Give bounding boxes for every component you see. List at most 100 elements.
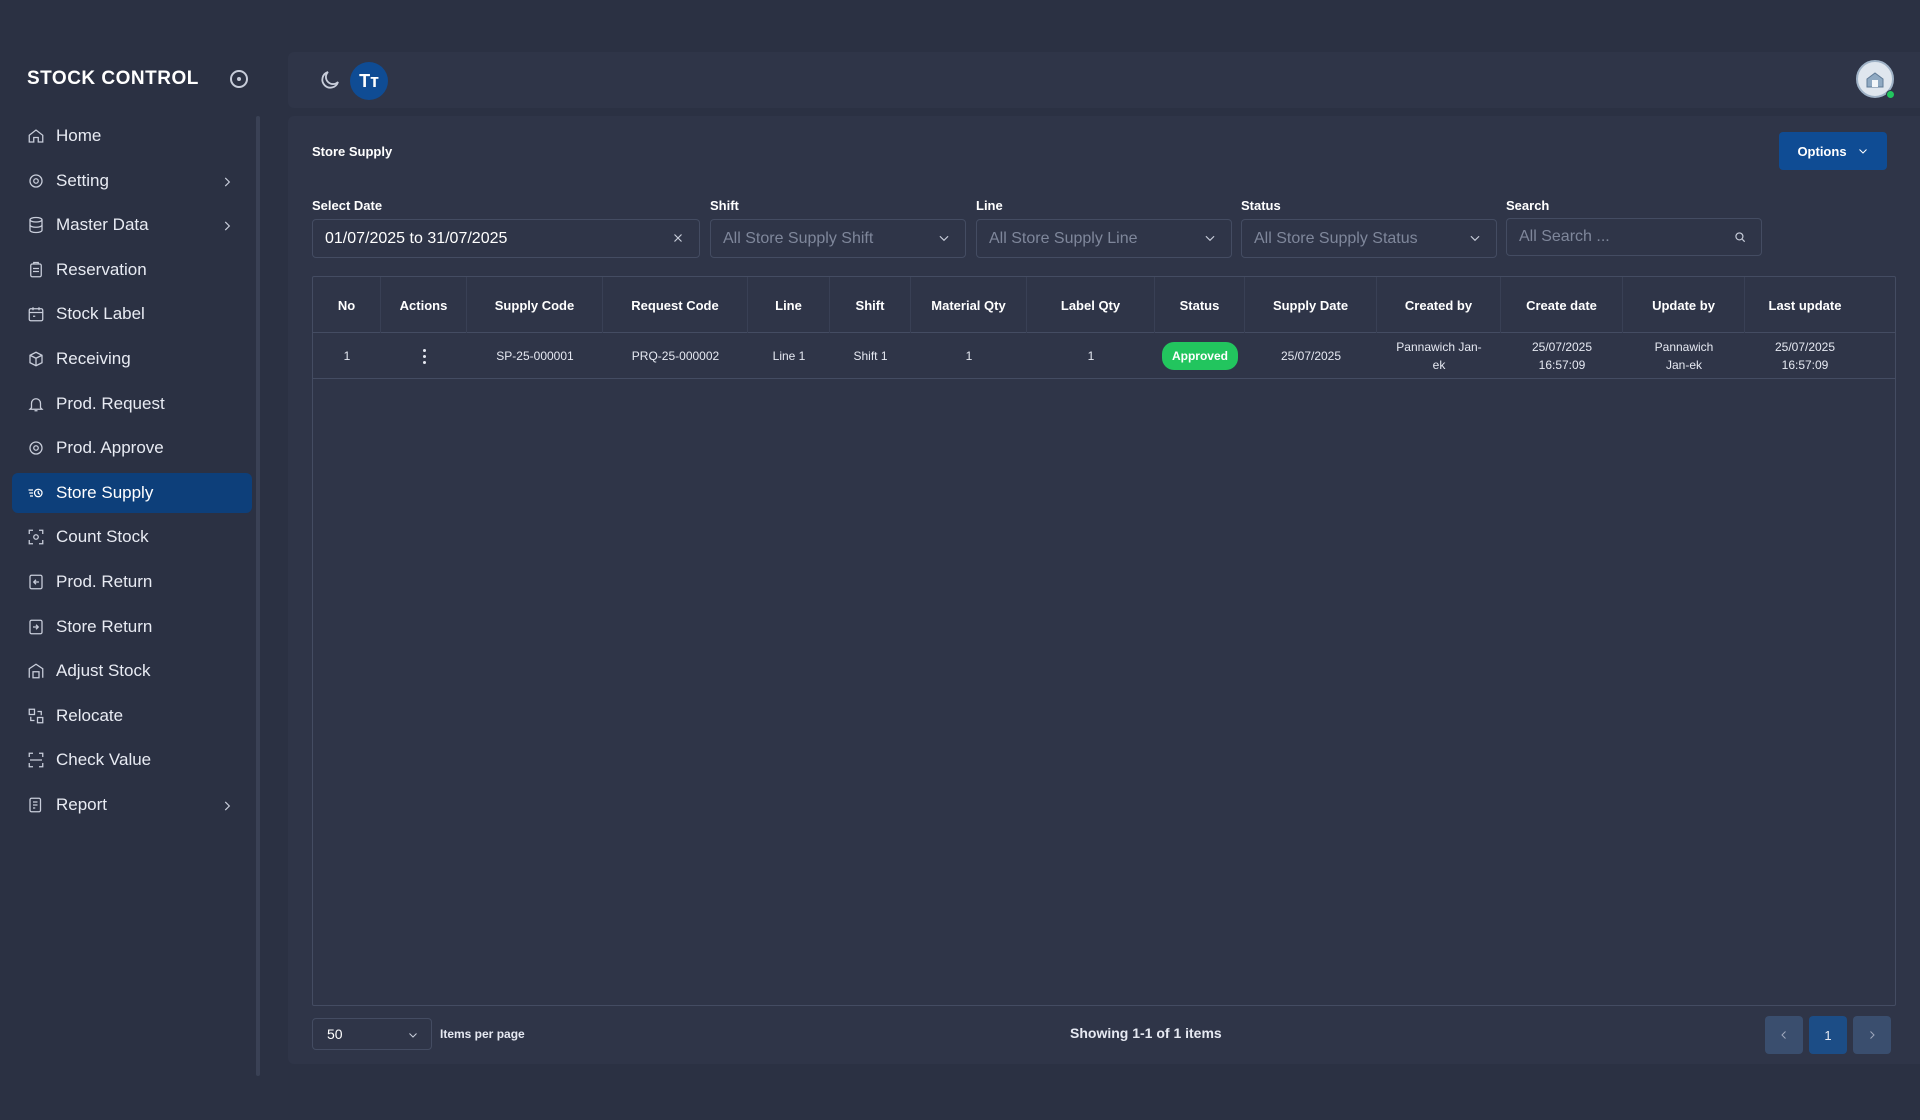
sidebar-item-adjust-stock[interactable]: Adjust Stock <box>12 651 252 691</box>
sidebar-item-master-data[interactable]: Master Data <box>12 205 252 245</box>
return-in-icon <box>26 572 46 592</box>
cell-shift: Shift 1 <box>853 349 888 363</box>
column-header-no[interactable]: No <box>313 277 381 333</box>
chevron-down-icon <box>1858 149 1867 154</box>
shift-placeholder: All Store Supply Shift <box>723 229 874 247</box>
chevron-right-icon <box>220 218 234 232</box>
gear-icon <box>26 171 46 191</box>
sidebar-item-label: Relocate <box>56 705 124 725</box>
table-row[interactable]: 1 SP-25-000001 PRQ-25-000002 Line 1 Shif… <box>313 333 1895 379</box>
warehouse-icon <box>26 661 46 681</box>
cell-last-update: 25/07/2025 16:57:09 <box>1774 340 1836 372</box>
truck-icon <box>26 483 46 503</box>
search-icon[interactable] <box>1733 230 1749 246</box>
search-label: Search <box>1506 198 1550 213</box>
column-header-line[interactable]: Line <box>748 277 830 333</box>
sidebar-item-label: Master Data <box>56 215 149 235</box>
search-placeholder: All Search ... <box>1519 228 1610 245</box>
supply-table: No Actions Supply Code Request Code Line… <box>312 276 1896 1006</box>
sidebar-item-label: Prod. Approve <box>56 438 164 458</box>
sidebar-item-store-return[interactable]: Store Return <box>12 607 252 647</box>
cell-line: Line 1 <box>772 349 806 363</box>
sidebar-toggle-icon[interactable] <box>230 70 248 88</box>
row-actions-menu[interactable] <box>381 333 467 379</box>
column-header-supply-code[interactable]: Supply Code <box>467 277 603 333</box>
date-range-input[interactable]: 01/07/2025 to 31/07/2025 <box>312 219 700 258</box>
sidebar-item-reservation[interactable]: Reservation <box>12 250 252 290</box>
table-header: No Actions Supply Code Request Code Line… <box>313 277 1895 333</box>
sidebar-item-label: Count Stock <box>56 527 149 547</box>
clear-icon[interactable] <box>671 231 687 247</box>
sidebar-item-label: Store Supply <box>56 482 154 502</box>
sidebar-item-count-stock[interactable]: Count Stock <box>12 517 252 557</box>
status-select[interactable]: All Store Supply Status <box>1241 219 1497 258</box>
sidebar-item-prod-request[interactable]: Prod. Request <box>12 384 252 424</box>
items-per-page-select[interactable]: 50 <box>312 1018 432 1050</box>
column-header-update-by[interactable]: Update by <box>1623 277 1745 333</box>
column-header-last-update[interactable]: Last update <box>1745 277 1865 333</box>
sidebar-scrollbar[interactable] <box>256 116 260 1076</box>
sidebar-item-receiving[interactable]: Receiving <box>12 339 252 379</box>
sidebar-item-prod-approve[interactable]: Prod. Approve <box>12 428 252 468</box>
items-per-page-label: Items per page <box>440 1027 525 1041</box>
date-range-value: 01/07/2025 to 31/07/2025 <box>325 229 508 247</box>
column-header-material-qty[interactable]: Material Qty <box>911 277 1027 333</box>
sidebar-item-label: Report <box>56 794 108 814</box>
sidebar-item-store-supply[interactable]: Store Supply <box>12 472 252 513</box>
kebab-menu-icon[interactable] <box>422 348 426 364</box>
column-header-status[interactable]: Status <box>1155 277 1245 333</box>
column-header-actions[interactable]: Actions <box>381 277 467 333</box>
search-input[interactable]: All Search ... <box>1506 218 1762 256</box>
column-header-supply-date[interactable]: Supply Date <box>1245 277 1377 333</box>
status-label: Status <box>1241 198 1281 213</box>
shift-select[interactable]: All Store Supply Shift <box>710 219 966 258</box>
page-number-button[interactable]: 1 <box>1809 1016 1847 1054</box>
box-icon <box>26 349 46 369</box>
cell-create-date: 25/07/2025 16:57:09 <box>1531 340 1593 372</box>
cell-label-qty: 1 <box>1087 349 1095 363</box>
sidebar-item-home[interactable]: Home <box>12 116 252 156</box>
chevron-right-icon <box>220 174 234 188</box>
page-title: Store Supply <box>312 144 393 159</box>
chevron-down-icon <box>1203 231 1219 247</box>
shift-label: Shift <box>710 198 739 213</box>
clipboard-icon <box>26 260 46 280</box>
relocate-icon <box>26 706 46 726</box>
main-panel: Store Supply Options Select Date 01/07/2… <box>288 116 1920 1064</box>
chevron-left-icon <box>1781 1031 1786 1039</box>
column-header-request-code[interactable]: Request Code <box>603 277 748 333</box>
home-icon <box>26 126 46 146</box>
sidebar-item-label: Store Return <box>56 616 153 636</box>
database-icon <box>26 215 46 235</box>
column-header-shift[interactable]: Shift <box>830 277 911 333</box>
sidebar-item-label: Prod. Return <box>56 571 153 591</box>
sidebar-item-prod-return[interactable]: Prod. Return <box>12 562 252 602</box>
cell-material-qty: 1 <box>965 349 973 363</box>
cell-update-by: Pannawich Jan-ek <box>1654 340 1714 372</box>
sidebar-item-label: Check Value <box>56 750 152 770</box>
sidebar-item-label: Reservation <box>56 259 147 279</box>
sidebar-item-check-value[interactable]: Check Value <box>12 740 252 780</box>
cell-status: Approved <box>1155 333 1245 379</box>
moon-icon[interactable] <box>318 68 342 92</box>
sidebar-item-report[interactable]: Report <box>12 785 252 825</box>
cell-supply-date: 25/07/2025 <box>1280 349 1342 363</box>
column-header-create-date[interactable]: Create date <box>1501 277 1623 333</box>
chevron-right-icon <box>1870 1031 1875 1039</box>
status-placeholder: All Store Supply Status <box>1254 229 1418 247</box>
sidebar-item-relocate[interactable]: Relocate <box>12 696 252 736</box>
calendar-label-icon <box>26 304 46 324</box>
options-button[interactable]: Options <box>1779 132 1887 170</box>
sidebar-item-setting[interactable]: Setting <box>12 161 252 201</box>
gear-check-icon <box>26 438 46 458</box>
column-header-created-by[interactable]: Created by <box>1377 277 1501 333</box>
sidebar-item-stock-label[interactable]: Stock Label <box>12 294 252 334</box>
cell-created-by: Pannawich Jan-ek <box>1396 340 1482 372</box>
column-header-label-qty[interactable]: Label Qty <box>1027 277 1155 333</box>
sidebar-nav: Home Setting Master Data Reservation Sto… <box>12 116 252 830</box>
line-select[interactable]: All Store Supply Line <box>976 219 1232 258</box>
font-size-button[interactable]: Tт <box>350 62 388 100</box>
previous-page-button[interactable] <box>1765 1016 1803 1054</box>
sidebar-item-label: Setting <box>56 170 109 190</box>
next-page-button[interactable] <box>1853 1016 1891 1054</box>
